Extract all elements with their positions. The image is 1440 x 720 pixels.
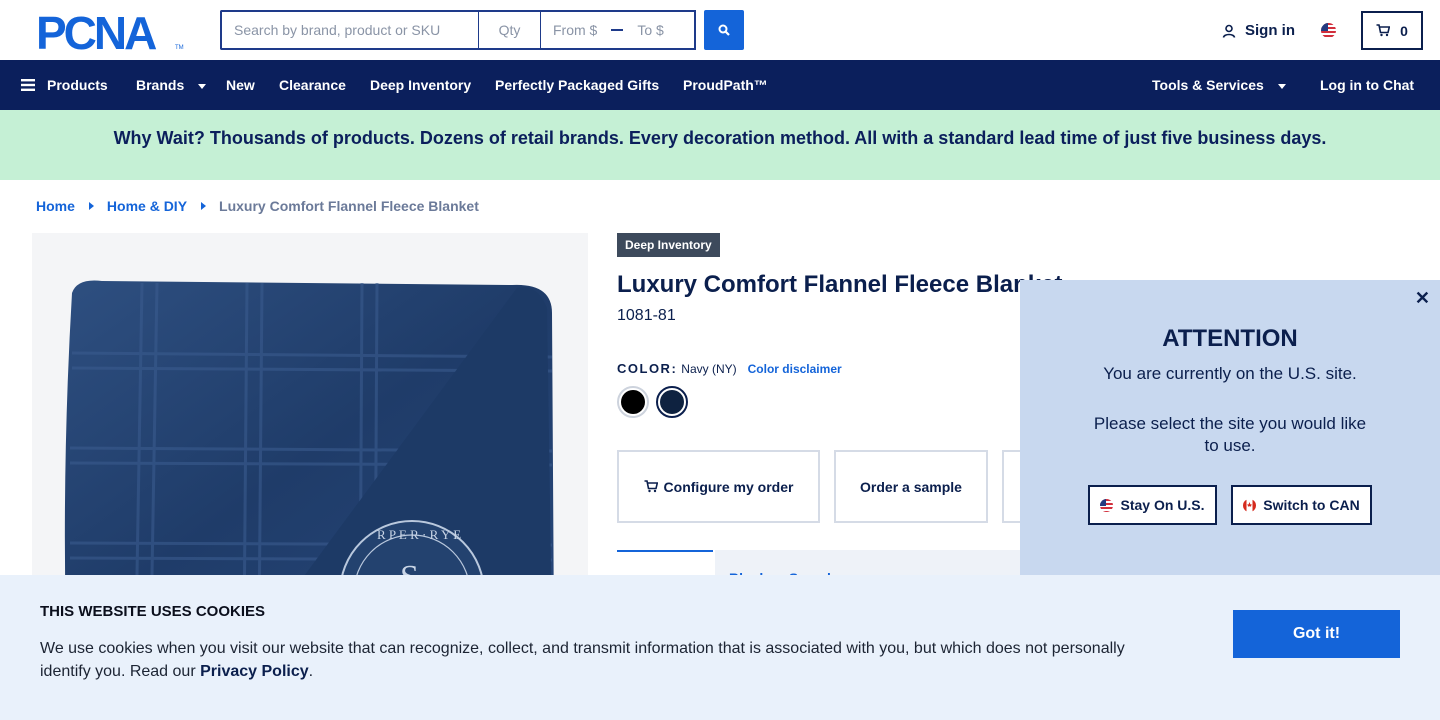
popup-title: ATTENTION — [1162, 325, 1298, 352]
nav-perfectly-packaged-gifts[interactable]: Perfectly Packaged Gifts — [495, 60, 659, 110]
nav-brands[interactable]: Brands — [136, 60, 207, 110]
nav-proudpath[interactable]: ProudPath™ — [683, 60, 768, 110]
chevron-down-icon — [1277, 83, 1286, 89]
swatch-black[interactable] — [617, 386, 649, 418]
svg-text:PCNA: PCNA — [36, 12, 156, 52]
promo-banner: Why Wait? Thousands of products. Dozens … — [0, 110, 1440, 180]
cart-icon — [1376, 24, 1391, 37]
price-from-input[interactable]: From $ — [553, 22, 597, 38]
popup-current-site-text: You are currently on the U.S. site. — [1103, 364, 1357, 383]
range-dash — [611, 29, 624, 31]
nav-products-label: Products — [47, 77, 108, 93]
nav-products[interactable]: Products — [21, 60, 108, 110]
color-row: COLOR: Navy (NY) Color disclaimer — [617, 361, 842, 376]
chevron-down-icon — [198, 83, 207, 89]
main-nav: Products Brands New Clearance Deep Inven… — [0, 60, 1440, 110]
breadcrumb-current: Luxury Comfort Flannel Fleece Blanket — [219, 198, 479, 214]
product-title: Luxury Comfort Flannel Fleece Blanket — [617, 271, 1063, 298]
nav-tools-label: Tools & Services — [1152, 77, 1264, 93]
user-icon — [1222, 24, 1236, 38]
switch-can-button[interactable]: Switch to CAN — [1231, 485, 1372, 525]
search-icon — [718, 24, 730, 36]
top-bar: PCNA TM Search by brand, product or SKU … — [0, 0, 1440, 60]
svg-text:R P E R · R Y E: R P E R · R Y E — [377, 527, 461, 542]
cookie-accept-button[interactable]: Got it! — [1233, 610, 1400, 658]
stay-us-label: Stay On U.S. — [1120, 497, 1205, 513]
switch-can-label: Switch to CAN — [1263, 497, 1360, 513]
cart-count: 0 — [1400, 22, 1408, 39]
breadcrumb-home-diy[interactable]: Home & DIY — [107, 198, 187, 214]
sign-in-link[interactable]: Sign in — [1222, 22, 1295, 39]
svg-text:TM: TM — [175, 45, 184, 51]
cart-icon — [644, 480, 658, 493]
order-sample-label: Order a sample — [860, 478, 962, 495]
nav-brands-label: Brands — [136, 77, 185, 93]
product-image[interactable]: R P E R · R Y E S — [32, 233, 588, 633]
configure-order-label: Configure my order — [663, 478, 794, 495]
order-sample-button[interactable]: Order a sample — [834, 450, 988, 523]
deep-inventory-badge: Deep Inventory — [617, 233, 720, 257]
cookie-text: We use cookies when you visit our websit… — [40, 637, 1150, 683]
site-select-popup: ✕ ATTENTION You are currently on the U.S… — [1020, 280, 1440, 580]
color-disclaimer-link[interactable]: Color disclaimer — [748, 362, 842, 376]
cart-button[interactable]: 0 — [1361, 11, 1423, 50]
search-button[interactable] — [704, 10, 744, 50]
caret-right-icon — [88, 202, 94, 210]
nav-new[interactable]: New — [226, 60, 255, 110]
breadcrumb-home[interactable]: Home — [36, 198, 75, 214]
nav-deep-inventory[interactable]: Deep Inventory — [370, 60, 471, 110]
qty-input[interactable]: Qty — [478, 10, 540, 50]
cookie-banner: THIS WEBSITE USES COOKIES We use cookies… — [0, 575, 1440, 720]
color-label: COLOR: — [617, 361, 678, 376]
menu-icon — [21, 79, 35, 91]
configure-order-button[interactable]: Configure my order — [617, 450, 820, 523]
swatch-navy[interactable] — [656, 386, 688, 418]
nav-login-chat[interactable]: Log in to Chat — [1320, 60, 1414, 110]
price-to-input[interactable]: To $ — [637, 22, 663, 38]
canada-flag-icon — [1243, 498, 1257, 512]
sign-in-label: Sign in — [1245, 22, 1295, 39]
cookie-period: . — [308, 663, 314, 680]
privacy-policy-link[interactable]: Privacy Policy — [200, 663, 309, 680]
stay-us-button[interactable]: Stay On U.S. — [1088, 485, 1217, 525]
color-value: Navy (NY) — [681, 361, 737, 376]
popup-instruction-text: Please select the site you would like to… — [1093, 414, 1367, 455]
caret-right-icon — [201, 202, 207, 210]
nav-clearance[interactable]: Clearance — [279, 60, 346, 110]
nav-tools-services[interactable]: Tools & Services — [1152, 60, 1286, 110]
close-icon[interactable]: ✕ — [1415, 288, 1430, 309]
search-input[interactable]: Search by brand, product or SKU — [220, 10, 478, 50]
us-flag-icon[interactable] — [1321, 23, 1336, 38]
product-sku: 1081-81 — [617, 307, 676, 324]
pcna-logo[interactable]: PCNA TM — [36, 7, 184, 59]
us-flag-icon — [1100, 498, 1114, 512]
breadcrumb: Home Home & DIY Luxury Comfort Flannel F… — [36, 198, 479, 214]
price-range-input: From $ To $ — [540, 10, 696, 50]
promo-text: Why Wait? Thousands of products. Dozens … — [113, 127, 1327, 148]
cookie-title: THIS WEBSITE USES COOKIES — [40, 603, 266, 620]
search-bar: Search by brand, product or SKU Qty From… — [220, 10, 744, 50]
